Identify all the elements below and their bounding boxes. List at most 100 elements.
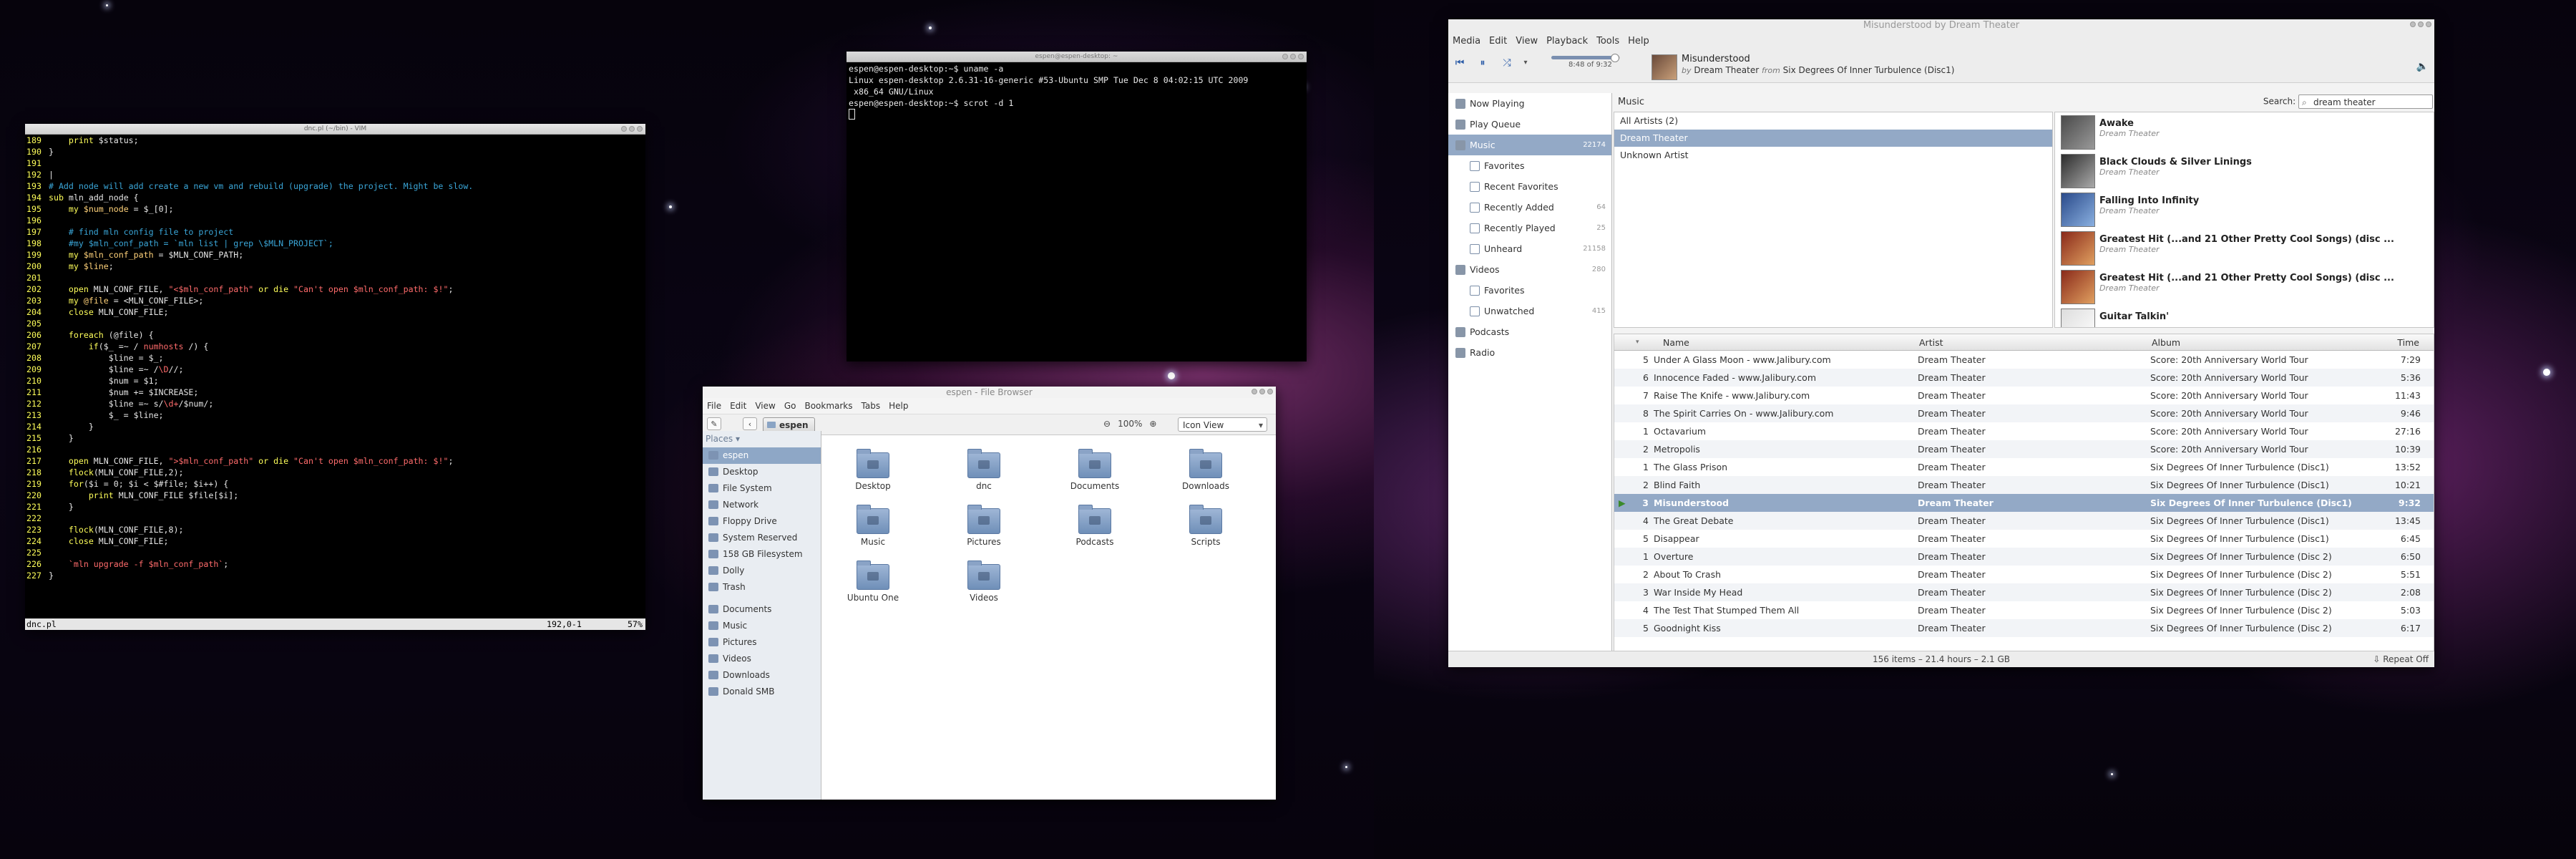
source-item[interactable]: Radio: [1448, 342, 1611, 363]
terminal-titlebar[interactable]: espen@espen-desktop: ~: [847, 52, 1307, 62]
track-row[interactable]: 5 Disappear Dream Theater Six Degrees Of In…: [1614, 530, 2434, 548]
minimize-button[interactable]: [621, 126, 627, 132]
track-row[interactable]: 4 The Great Debate Dream Theater Six Degree…: [1614, 512, 2434, 530]
maximize-button[interactable]: [1259, 389, 1265, 394]
folder-item[interactable]: Music: [837, 505, 909, 547]
close-button[interactable]: [1298, 54, 1304, 59]
place-item[interactable]: Floppy Drive: [703, 513, 821, 530]
close-button[interactable]: [637, 126, 643, 132]
folder-item[interactable]: Desktop: [837, 449, 909, 491]
track-row[interactable]: 5 Under A Glass Moon - www.Jalibury.com Dr…: [1614, 351, 2434, 369]
bookmark-item[interactable]: Downloads: [703, 667, 821, 684]
folder-item[interactable]: Downloads: [1170, 449, 1241, 491]
media-player-window[interactable]: Misunderstood by Dream Theater Media Edi…: [1448, 19, 2434, 667]
player-titlebar[interactable]: Misunderstood by Dream Theater: [1448, 19, 2434, 32]
column-time[interactable]: Time: [2397, 337, 2419, 348]
maximize-button[interactable]: [2418, 21, 2424, 27]
view-mode-select[interactable]: Icon View: [1178, 417, 1267, 432]
seek-knob[interactable]: [1611, 54, 1620, 62]
menu-edit[interactable]: Edit: [1489, 36, 1507, 47]
folder-item[interactable]: Pictures: [948, 505, 1020, 547]
folder-view[interactable]: Desktop dnc Documents Downloads Music Picture…: [821, 431, 1276, 800]
column-name[interactable]: Name: [1663, 337, 1689, 348]
shuffle-button[interactable]: ⤮: [1498, 55, 1516, 71]
place-item[interactable]: System Reserved: [703, 530, 821, 546]
bookmark-item[interactable]: Documents: [703, 601, 821, 618]
track-row[interactable]: 2 About To Crash Dream Theater Six Degrees …: [1614, 566, 2434, 583]
file-browser-window[interactable]: espen - File Browser File Edit View Go B…: [703, 387, 1276, 800]
previous-button[interactable]: ⏮: [1451, 55, 1468, 71]
track-row[interactable]: 4 The Test That Stumped Them All Dream The…: [1614, 601, 2434, 619]
album-item[interactable]: Falling Into Infinity Dream Theater: [2055, 190, 2434, 228]
track-row[interactable]: 6 Innocence Faded - www.Jalibury.com Dream…: [1614, 369, 2434, 387]
folder-item[interactable]: Videos: [948, 560, 1020, 603]
artist-item[interactable]: Unknown Artist: [1614, 147, 2052, 164]
track-row[interactable]: 8 The Spirit Carries On - www.Jalibury.co…: [1614, 404, 2434, 422]
bookmark-item[interactable]: Videos: [703, 651, 821, 667]
menu-playback[interactable]: Playback: [1546, 36, 1588, 47]
close-button[interactable]: [2426, 21, 2431, 27]
track-row[interactable]: 2 Blind Faith Dream Theater Six Degrees Of …: [1614, 476, 2434, 494]
bookmark-item[interactable]: Pictures: [703, 634, 821, 651]
album-item[interactable]: Guitar Talkin': [2055, 306, 2434, 327]
album-item[interactable]: Black Clouds & Silver Linings Dream Theat…: [2055, 151, 2434, 190]
window-controls[interactable]: [1282, 54, 1304, 59]
vim-titlebar[interactable]: dnc.pl (~/bin) - VIM: [25, 124, 645, 135]
track-row[interactable]: 2 Metropolis Dream Theater Score: 20th Anni…: [1614, 440, 2434, 458]
folder-item[interactable]: dnc: [948, 449, 1020, 491]
source-item[interactable]: Videos 280: [1448, 259, 1611, 280]
repeat-toggle[interactable]: ⇩ Repeat Off: [2373, 651, 2429, 667]
window-controls[interactable]: [1252, 389, 1273, 394]
bookmark-item[interactable]: Donald SMB: [703, 684, 821, 700]
track-row[interactable]: 7 Raise The Knife - www.Jalibury.com Dream…: [1614, 387, 2434, 404]
menu-view[interactable]: View: [1516, 36, 1538, 47]
zoom-in-icon[interactable]: ⊕: [1149, 419, 1156, 429]
track-row[interactable]: ▶ 3 Misunderstood Dream Theater Six Degrees …: [1614, 494, 2434, 512]
menu-file[interactable]: File: [707, 401, 721, 411]
track-row[interactable]: 1 Overture Dream Theater Six Degrees Of Inn…: [1614, 548, 2434, 566]
minimize-button[interactable]: [1282, 54, 1288, 59]
minimize-button[interactable]: [1252, 389, 1257, 394]
source-item[interactable]: Play Queue: [1448, 114, 1611, 135]
source-item[interactable]: Podcasts: [1448, 321, 1611, 342]
window-controls[interactable]: [2410, 21, 2431, 27]
source-item[interactable]: Favorites: [1448, 280, 1611, 301]
window-controls[interactable]: [621, 126, 643, 132]
track-row[interactable]: 1 The Glass Prison Dream Theater Six Degree…: [1614, 458, 2434, 476]
volume-button[interactable]: 🔈: [2416, 61, 2429, 72]
track-row[interactable]: 5 Goodnight Kiss Dream Theater Six Degrees …: [1614, 619, 2434, 637]
source-item[interactable]: Favorites: [1448, 155, 1611, 176]
close-button[interactable]: [1267, 389, 1273, 394]
source-item[interactable]: Now Playing: [1448, 93, 1611, 114]
folder-item[interactable]: Documents: [1059, 449, 1131, 491]
place-item[interactable]: File System: [703, 480, 821, 497]
track-row[interactable]: 1 Octavarium Dream Theater Score: 20th Anni…: [1614, 422, 2434, 440]
menu-media[interactable]: Media: [1453, 36, 1480, 47]
folder-item[interactable]: Scripts: [1170, 505, 1241, 547]
place-item[interactable]: Desktop: [703, 464, 821, 480]
menu-tools[interactable]: Tools: [1596, 36, 1619, 47]
album-item[interactable]: Greatest Hit (...and 21 Other Pretty Coo…: [2055, 228, 2434, 267]
place-item[interactable]: Trash: [703, 579, 821, 596]
menu-go[interactable]: Go: [784, 401, 796, 411]
file-browser-titlebar[interactable]: espen - File Browser: [703, 387, 1276, 398]
next-menu-button[interactable]: ▾: [1517, 55, 1534, 71]
album-item[interactable]: Awake Dream Theater: [2055, 112, 2434, 151]
place-item[interactable]: Dolly: [703, 563, 821, 579]
maximize-button[interactable]: [1290, 54, 1296, 59]
terminal-output[interactable]: espen@espen-desktop:~$ uname -a Linux esp…: [847, 62, 1307, 122]
terminal-window[interactable]: espen@espen-desktop: ~ espen@espen-deskt…: [847, 52, 1307, 361]
minimize-button[interactable]: [2410, 21, 2416, 27]
edit-location-button[interactable]: ✎: [707, 417, 721, 430]
album-item[interactable]: Greatest Hit (...and 21 Other Pretty Coo…: [2055, 267, 2434, 306]
source-item[interactable]: Unwatched 415: [1448, 301, 1611, 321]
vim-window[interactable]: dnc.pl (~/bin) - VIM 189 print $status; 1…: [25, 124, 645, 630]
pause-button[interactable]: ⏸: [1474, 55, 1491, 71]
menu-edit[interactable]: Edit: [730, 401, 746, 411]
source-item[interactable]: Recent Favorites: [1448, 176, 1611, 197]
maximize-button[interactable]: [629, 126, 635, 132]
place-item[interactable]: Network: [703, 497, 821, 513]
source-item[interactable]: Music 22174: [1448, 135, 1611, 155]
source-item[interactable]: Recently Added 64: [1448, 197, 1611, 218]
place-item[interactable]: 158 GB Filesystem: [703, 546, 821, 563]
